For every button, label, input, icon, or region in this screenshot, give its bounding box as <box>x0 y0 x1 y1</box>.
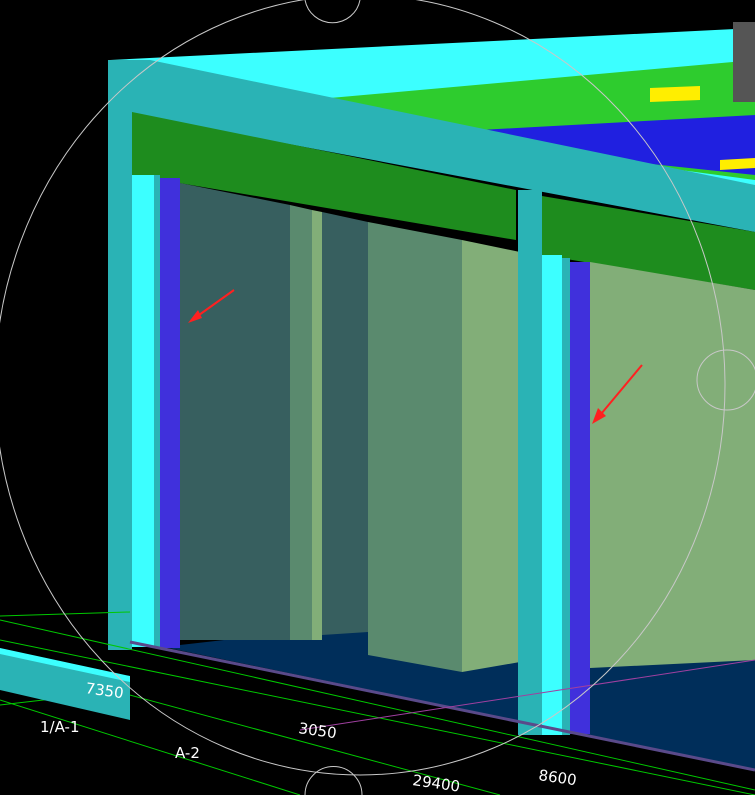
orbit-handle-top[interactable] <box>304 0 361 24</box>
dimension-label-2: 3050 <box>297 719 337 742</box>
column-left[interactable] <box>108 108 132 650</box>
orbit-handle-bottom[interactable] <box>304 766 363 795</box>
wall-strip-left[interactable] <box>160 178 180 648</box>
scene-canvas[interactable]: 7350 1/A-1 A-2 3050 29400 8600 <box>0 0 755 795</box>
grid-label-2: A-2 <box>175 744 200 762</box>
interior-panel-light[interactable] <box>462 240 520 672</box>
interior-panel-light-right[interactable] <box>590 262 755 668</box>
yellow-block-2[interactable] <box>720 158 755 170</box>
column-right-edge[interactable] <box>562 258 570 735</box>
interior-panel-dark[interactable] <box>180 183 290 640</box>
interior-panel-mid[interactable] <box>368 222 462 672</box>
column-left-edge[interactable] <box>154 175 160 647</box>
dimension-label-3: 29400 <box>411 771 461 795</box>
wall-strip-right[interactable] <box>570 262 590 734</box>
interior-panel-dark-2[interactable] <box>322 212 368 635</box>
model-viewport[interactable]: 7350 1/A-1 A-2 3050 29400 8600 <box>0 0 755 795</box>
grid-label-1: 1/A-1 <box>40 718 80 736</box>
column-right[interactable] <box>518 190 542 735</box>
interior-panel-mid-narrow[interactable] <box>290 205 312 640</box>
grey-post[interactable] <box>733 22 755 102</box>
yellow-block[interactable] <box>650 86 700 102</box>
interior-panel-light-narrow[interactable] <box>312 210 322 640</box>
column-left-highlight[interactable] <box>132 175 154 647</box>
column-right-highlight[interactable] <box>542 255 562 735</box>
dimension-label-4: 8600 <box>537 766 577 789</box>
